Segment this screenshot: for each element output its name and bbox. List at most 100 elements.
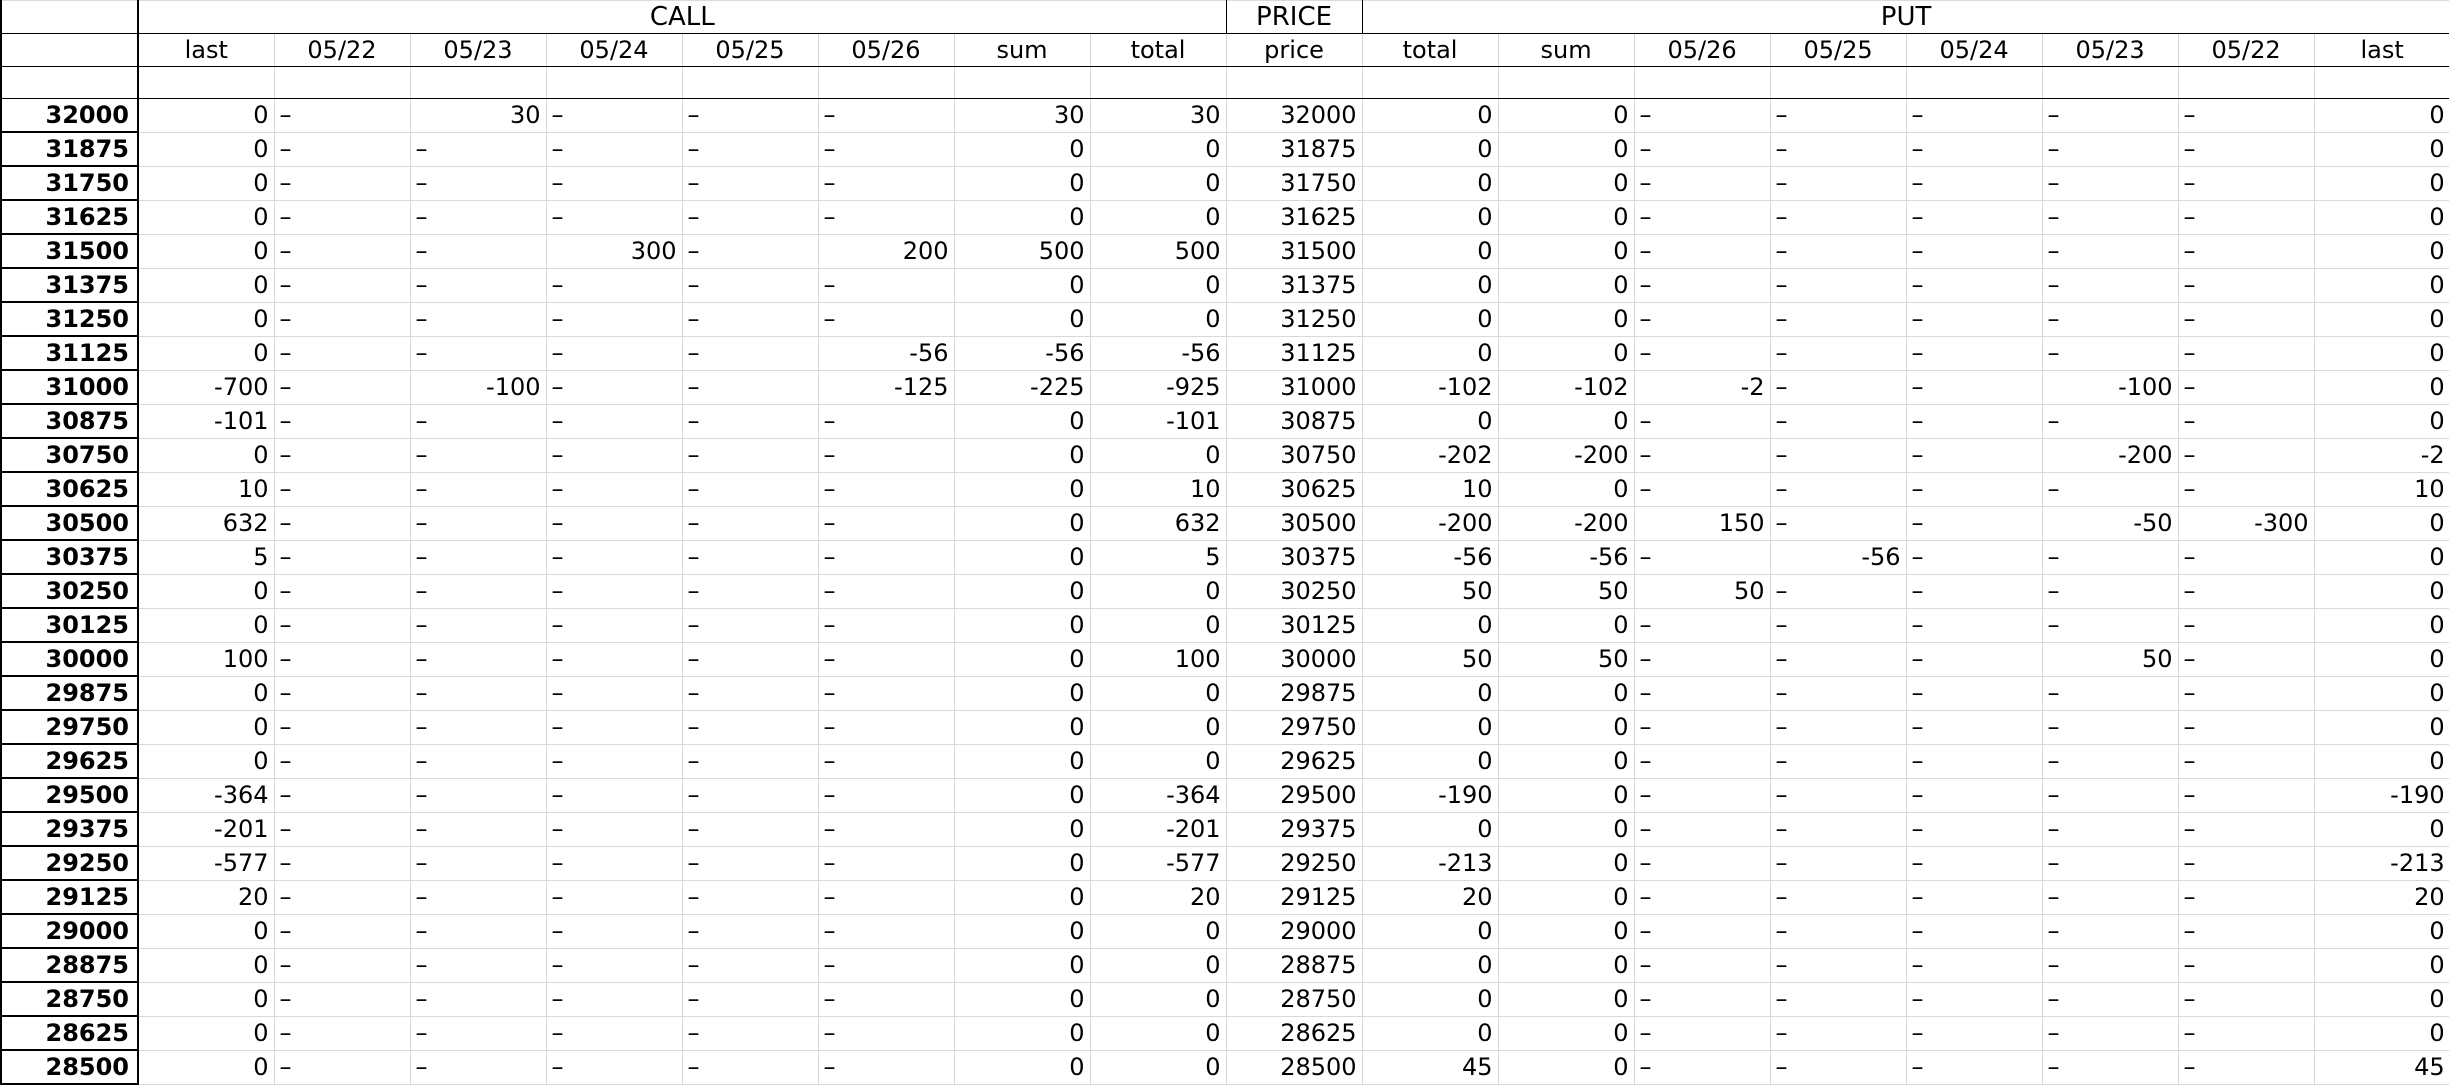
table-cell[interactable]: 0 <box>1497 981 1635 1017</box>
table-cell[interactable]: 0 <box>137 131 275 167</box>
table-cell[interactable]: – <box>409 165 547 201</box>
table-cell[interactable]: – <box>681 199 819 235</box>
table-cell[interactable]: – <box>545 811 683 847</box>
table-cell[interactable]: 0 <box>1361 131 1499 167</box>
table-cell[interactable]: – <box>1905 981 2043 1017</box>
table-cell[interactable]: -200 <box>1361 505 1499 541</box>
table-cell[interactable]: – <box>1769 471 1907 507</box>
table-cell[interactable]: – <box>409 437 547 473</box>
table-cell[interactable]: 10 <box>1361 471 1499 507</box>
table-cell[interactable]: 45 <box>2313 1049 2449 1085</box>
blank-cell[interactable] <box>1089 66 1227 99</box>
table-cell[interactable]: – <box>273 1015 411 1051</box>
table-cell[interactable]: 0 <box>1497 165 1635 201</box>
put-group-header[interactable]: PUT <box>1361 0 2449 34</box>
blank-cell[interactable] <box>1361 66 1499 99</box>
table-cell[interactable]: 31875 <box>1225 131 1363 167</box>
table-cell[interactable]: – <box>681 709 819 745</box>
table-cell[interactable]: – <box>273 1049 411 1085</box>
table-cell[interactable]: – <box>2041 743 2179 779</box>
table-cell[interactable]: – <box>273 98 411 133</box>
table-cell[interactable]: – <box>1769 131 1907 167</box>
table-cell[interactable]: – <box>2177 607 2315 643</box>
table-cell[interactable]: – <box>1769 811 1907 847</box>
table-cell[interactable]: 0 <box>953 199 1091 235</box>
table-cell[interactable]: – <box>1769 505 1907 541</box>
table-cell[interactable]: – <box>1633 879 1771 915</box>
row-label[interactable]: 30625 <box>0 471 139 507</box>
table-cell[interactable]: – <box>409 1049 547 1085</box>
table-cell[interactable]: – <box>273 233 411 269</box>
table-cell[interactable]: -102 <box>1497 369 1635 405</box>
table-cell[interactable]: – <box>1633 607 1771 643</box>
table-cell[interactable]: 0 <box>2313 403 2449 439</box>
table-cell[interactable]: 0 <box>953 641 1091 677</box>
table-cell[interactable]: – <box>409 879 547 915</box>
table-cell[interactable]: 31750 <box>1225 165 1363 201</box>
table-cell[interactable]: 0 <box>953 879 1091 915</box>
row-label[interactable]: 30250 <box>0 573 139 609</box>
table-cell[interactable]: 30125 <box>1225 607 1363 643</box>
table-cell[interactable]: – <box>545 471 683 507</box>
table-cell[interactable]: 0 <box>1497 811 1635 847</box>
table-cell[interactable]: – <box>1633 675 1771 711</box>
table-cell[interactable]: – <box>1633 1015 1771 1051</box>
table-cell[interactable]: – <box>545 199 683 235</box>
table-cell[interactable]: – <box>1769 267 1907 303</box>
table-cell[interactable]: 0 <box>2313 98 2449 133</box>
table-cell[interactable]: 0 <box>137 675 275 711</box>
row-label[interactable]: 31500 <box>0 233 139 269</box>
table-cell[interactable]: – <box>1905 199 2043 235</box>
table-cell[interactable]: -202 <box>1361 437 1499 473</box>
table-cell[interactable]: – <box>2041 913 2179 949</box>
table-cell[interactable]: 100 <box>1089 641 1227 677</box>
table-cell[interactable]: – <box>1633 335 1771 371</box>
table-cell[interactable]: – <box>409 539 547 575</box>
table-cell[interactable]: – <box>681 573 819 609</box>
table-cell[interactable]: 0 <box>2313 913 2449 949</box>
table-cell[interactable]: – <box>273 573 411 609</box>
table-cell[interactable]: 0 <box>1089 607 1227 643</box>
table-cell[interactable]: 0 <box>1497 743 1635 779</box>
table-cell[interactable]: – <box>817 981 955 1017</box>
table-cell[interactable]: – <box>409 743 547 779</box>
table-cell[interactable]: 50 <box>2041 641 2179 677</box>
table-cell[interactable]: – <box>273 301 411 337</box>
table-cell[interactable]: – <box>545 607 683 643</box>
blank-cell[interactable] <box>2177 66 2315 99</box>
table-cell[interactable]: – <box>2177 1049 2315 1085</box>
table-cell[interactable]: 28625 <box>1225 1015 1363 1051</box>
table-cell[interactable]: – <box>273 913 411 949</box>
table-cell[interactable]: – <box>817 607 955 643</box>
table-cell[interactable]: -56 <box>1769 539 1907 575</box>
table-cell[interactable]: – <box>681 641 819 677</box>
column-header[interactable]: sum <box>953 33 1091 67</box>
table-cell[interactable]: -300 <box>2177 505 2315 541</box>
table-cell[interactable]: 500 <box>1089 233 1227 269</box>
table-cell[interactable]: – <box>817 199 955 235</box>
table-cell[interactable]: – <box>273 675 411 711</box>
row-label[interactable]: 31625 <box>0 199 139 235</box>
table-cell[interactable]: 30500 <box>1225 505 1363 541</box>
table-cell[interactable]: – <box>2041 471 2179 507</box>
table-cell[interactable]: 50 <box>1633 573 1771 609</box>
table-cell[interactable]: 0 <box>1497 267 1635 303</box>
table-cell[interactable]: – <box>1633 743 1771 779</box>
table-cell[interactable]: – <box>2177 709 2315 745</box>
table-cell[interactable]: 30 <box>953 98 1091 133</box>
blank-cell[interactable] <box>1633 66 1771 99</box>
table-cell[interactable]: – <box>273 403 411 439</box>
table-cell[interactable]: – <box>1633 641 1771 677</box>
blank-row-head[interactable] <box>0 66 139 99</box>
table-cell[interactable]: – <box>1633 947 1771 983</box>
table-cell[interactable]: – <box>545 709 683 745</box>
table-cell[interactable]: – <box>2177 675 2315 711</box>
table-cell[interactable]: – <box>1769 845 1907 881</box>
table-cell[interactable]: -2 <box>1633 369 1771 405</box>
blank-cell[interactable] <box>1497 66 1635 99</box>
table-cell[interactable]: – <box>409 641 547 677</box>
table-cell[interactable]: 0 <box>137 165 275 201</box>
table-cell[interactable]: – <box>273 607 411 643</box>
table-cell[interactable]: – <box>2041 199 2179 235</box>
table-cell[interactable]: -100 <box>409 369 547 405</box>
